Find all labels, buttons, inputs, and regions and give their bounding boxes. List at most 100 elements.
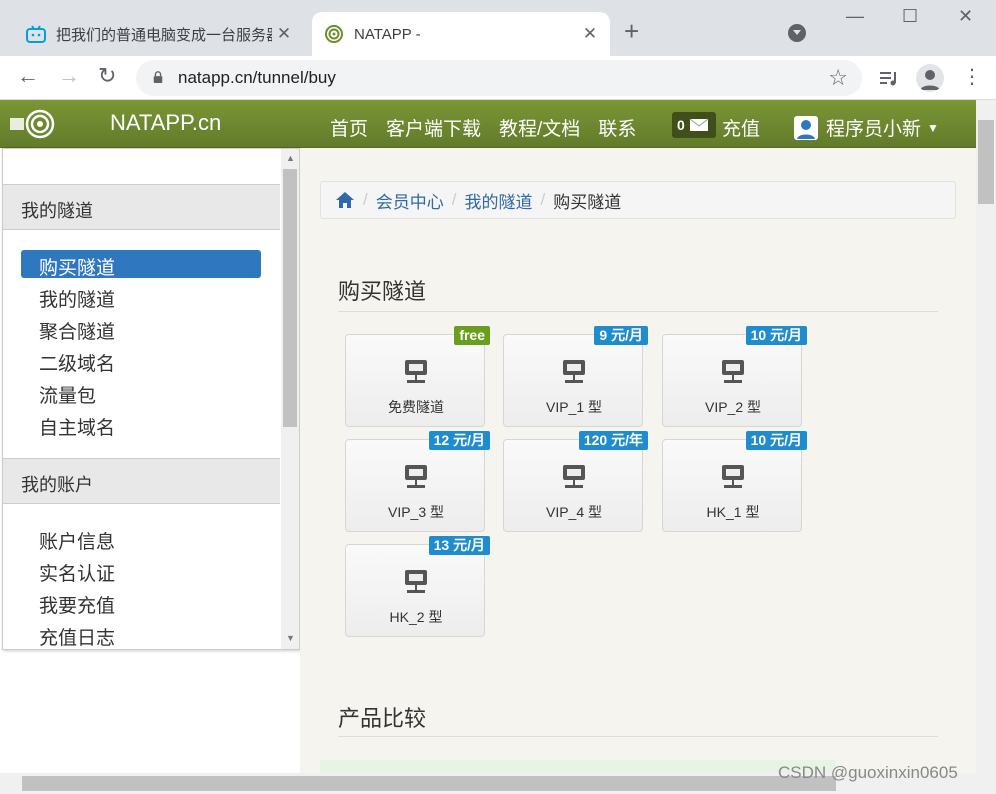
- breadcrumb-separator: /: [363, 190, 368, 209]
- breadcrumb-separator: /: [540, 190, 546, 209]
- recharge-link[interactable]: 充值: [722, 114, 760, 141]
- breadcrumb-member-center[interactable]: 会员中心: [376, 188, 444, 213]
- product-card-hk1[interactable]: 10 元/月 HK_1 型: [662, 431, 807, 532]
- compare-title: 产品比较: [338, 706, 427, 731]
- sidebar-item-real-name[interactable]: 实名认证: [21, 556, 261, 585]
- sidebar-section-tunnels[interactable]: 我的隧道: [3, 184, 280, 230]
- lock-icon: [153, 71, 163, 83]
- site-logo-text[interactable]: NATAPP.cn: [110, 110, 221, 136]
- nav-docs[interactable]: 教程/文档: [499, 114, 580, 141]
- server-icon: [722, 465, 744, 488]
- breadcrumb-my-tunnels[interactable]: 我的隧道: [464, 188, 532, 213]
- price-badge: 9 元/月: [594, 326, 648, 345]
- sidebar-item-my-tunnels[interactable]: 我的隧道: [21, 282, 261, 311]
- sidebar-scroll-thumb[interactable]: [283, 169, 297, 427]
- media-control-icon[interactable]: [878, 68, 898, 88]
- bilibili-icon: [26, 24, 46, 44]
- product-name: HK_1 型: [706, 504, 760, 520]
- home-icon[interactable]: [335, 191, 355, 209]
- server-icon: [563, 465, 585, 488]
- divider: [338, 311, 938, 312]
- natapp-favicon-icon: [324, 24, 344, 44]
- caret-down-icon: ▼: [927, 120, 939, 135]
- sidebar-item-traffic-pack[interactable]: 流量包: [21, 378, 261, 407]
- browser-toolbar: ← → ↻ natapp.cn/tunnel/buy ☆ ⋮: [0, 56, 996, 100]
- server-icon: [405, 570, 427, 593]
- product-card-vip3[interactable]: 12 元/月 VIP_3 型: [345, 431, 490, 532]
- tab-bar: 把我们的普通电脑变成一台服务器 ✕ NATAPP - ✕ + — ☐ ✕: [0, 0, 996, 56]
- product-name: VIP_4 型: [545, 504, 603, 520]
- browser-tab-natapp[interactable]: NATAPP - ✕: [312, 12, 610, 56]
- url-text: natapp.cn/tunnel/buy: [178, 68, 336, 87]
- close-tab-icon[interactable]: ✕: [578, 24, 602, 44]
- comparison-table-top: [320, 760, 836, 774]
- price-badge: free: [454, 326, 490, 345]
- sidebar-item-recharge[interactable]: 我要充值: [21, 588, 261, 617]
- price-badge: 13 元/月: [428, 536, 490, 555]
- back-icon[interactable]: ←: [17, 64, 39, 88]
- new-tab-button[interactable]: +: [624, 18, 639, 44]
- maximize-icon[interactable]: ☐: [902, 6, 918, 27]
- envelope-icon: [689, 118, 709, 131]
- tab-title: NATAPP -: [354, 25, 421, 43]
- nav-download[interactable]: 客户端下载: [386, 114, 481, 141]
- address-bar[interactable]: natapp.cn/tunnel/buy ☆: [136, 60, 862, 96]
- price-badge: 10 元/月: [745, 431, 807, 450]
- forward-icon[interactable]: →: [58, 64, 80, 88]
- user-avatar-icon: [794, 115, 818, 140]
- sidebar-item-account-info[interactable]: 账户信息: [21, 524, 261, 553]
- product-card-vip4[interactable]: 120 元/年 VIP_4 型: [503, 431, 648, 532]
- tab-search-icon[interactable]: [788, 24, 806, 42]
- menu-kebab-icon[interactable]: ⋮: [962, 64, 982, 89]
- scroll-down-icon[interactable]: ▼: [286, 633, 295, 643]
- price-badge: 10 元/月: [745, 326, 807, 345]
- sidebar-item-subdomain[interactable]: 二级域名: [21, 346, 261, 375]
- product-name: VIP_3 型: [387, 504, 445, 520]
- page-hscroll-thumb[interactable]: [22, 776, 836, 791]
- nav-home[interactable]: 首页: [330, 114, 368, 141]
- page-scroll-thumb[interactable]: [978, 120, 994, 204]
- sidebar-section-account[interactable]: 我的账户: [3, 458, 280, 504]
- profile-avatar-icon[interactable]: [916, 64, 944, 92]
- sidebar-item-aggregate-tunnels[interactable]: 聚合隧道: [21, 314, 261, 343]
- server-icon: [405, 465, 427, 488]
- sidebar-item-buy-tunnel[interactable]: 购买隧道: [21, 250, 261, 279]
- tab-title: 把我们的普通电脑变成一台服务器: [56, 26, 272, 44]
- product-card-vip2[interactable]: 10 元/月 VIP_2 型: [662, 326, 807, 427]
- message-count: 0: [677, 117, 685, 133]
- product-card-free[interactable]: free 免费隧道: [345, 326, 490, 427]
- product-name: 免费隧道: [388, 399, 444, 415]
- sidebar: 我的隧道 购买隧道 我的隧道 聚合隧道 二级域名 流量包 自主域名 我的账户 账…: [2, 148, 300, 650]
- server-icon: [722, 360, 744, 383]
- product-name: VIP_2 型: [704, 399, 762, 415]
- site-nav: 首页 客户端下载 教程/文档 联系: [330, 114, 636, 141]
- breadcrumb-separator: /: [451, 190, 457, 209]
- sidebar-item-recharge-log[interactable]: 充值日志: [21, 620, 261, 649]
- bookmark-star-icon[interactable]: ☆: [828, 65, 848, 91]
- page-vertical-scrollbar[interactable]: [976, 100, 996, 773]
- scroll-up-icon[interactable]: ▲: [286, 153, 295, 163]
- price-badge: 120 元/年: [578, 431, 648, 450]
- page-title: 购买隧道: [338, 279, 427, 304]
- server-icon: [563, 360, 585, 383]
- sidebar-item-custom-domain[interactable]: 自主域名: [21, 410, 261, 439]
- user-menu[interactable]: 程序员小新 ▼: [794, 114, 939, 141]
- main-content: / 会员中心 / 我的隧道 / 购买隧道 购买隧道 free 免费隧道 9 元/…: [300, 148, 976, 774]
- server-icon: [405, 360, 427, 383]
- reload-icon[interactable]: ↻: [98, 64, 116, 88]
- minimize-icon[interactable]: —: [846, 6, 864, 27]
- close-tab-icon[interactable]: ✕: [272, 24, 296, 44]
- window-close-icon[interactable]: ✕: [958, 6, 973, 27]
- product-name: VIP_1 型: [545, 399, 603, 415]
- product-card-hk2[interactable]: 13 元/月 HK_2 型: [345, 536, 490, 637]
- price-badge: 12 元/月: [428, 431, 490, 450]
- product-name: HK_2 型: [389, 609, 443, 625]
- message-badge[interactable]: 0: [672, 112, 716, 138]
- browser-tab-bilibili[interactable]: 把我们的普通电脑变成一台服务器 ✕: [14, 12, 304, 56]
- site-header: NATAPP.cn 首页 客户端下载 教程/文档 联系 0 充值 程序员小新 ▼: [0, 100, 976, 148]
- nav-contact[interactable]: 联系: [598, 114, 636, 141]
- sidebar-scrollbar[interactable]: ▲ ▼: [281, 149, 299, 649]
- breadcrumb: / 会员中心 / 我的隧道 / 购买隧道: [320, 181, 956, 219]
- product-card-vip1[interactable]: 9 元/月 VIP_1 型: [503, 326, 648, 427]
- user-name: 程序员小新: [826, 119, 922, 140]
